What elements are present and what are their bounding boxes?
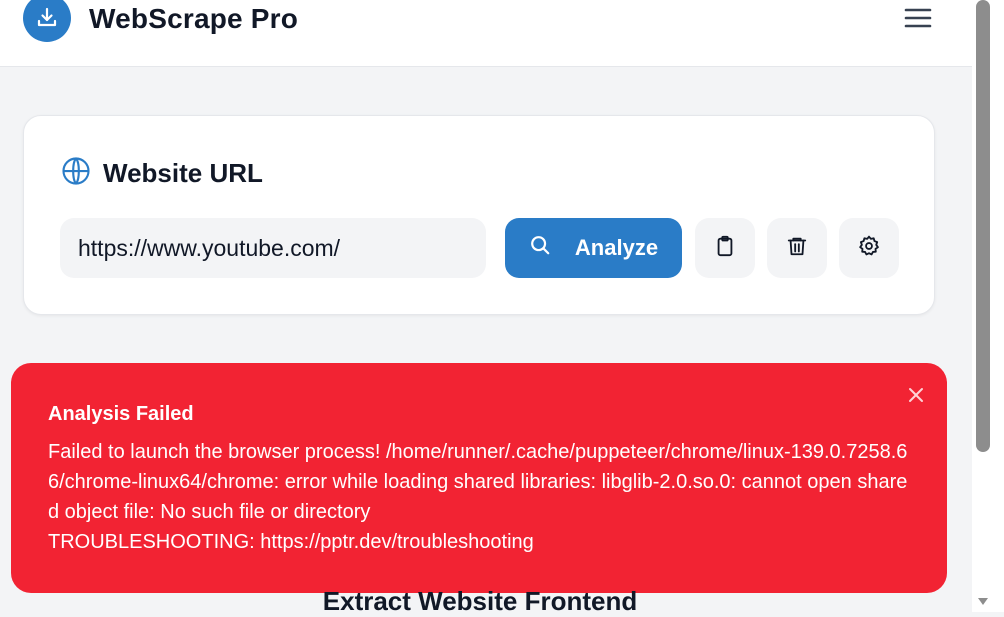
url-input[interactable] xyxy=(60,218,486,278)
hamburger-menu-icon[interactable] xyxy=(898,0,938,36)
card-header: Website URL xyxy=(61,156,263,191)
scrollbar-thumb[interactable] xyxy=(976,0,990,452)
search-icon xyxy=(529,234,551,262)
app-title: WebScrape Pro xyxy=(89,3,299,34)
download-icon xyxy=(23,0,71,42)
scroll-down-arrow-icon[interactable] xyxy=(976,596,990,608)
delete-button[interactable] xyxy=(767,218,827,278)
clipboard-icon xyxy=(714,234,736,263)
app-header: WebScrape Pro xyxy=(0,0,972,67)
alert-message: Failed to launch the browser process! /h… xyxy=(48,437,908,557)
gear-icon xyxy=(858,235,880,262)
close-icon[interactable] xyxy=(905,384,927,406)
error-alert: Analysis Failed Failed to launch the bro… xyxy=(11,363,947,593)
analyze-label: Analyze xyxy=(574,235,659,260)
url-card: Website URL Analyze xyxy=(23,115,935,315)
troubleshooting-text: TROUBLESHOOTING: https://pptr.dev/troubl… xyxy=(48,531,534,553)
error-details: Failed to launch the browser process! /h… xyxy=(48,441,908,523)
alert-title: Analysis Failed xyxy=(48,403,194,425)
card-title: Website URL xyxy=(103,158,263,188)
clipboard-button[interactable] xyxy=(695,218,755,278)
globe-icon xyxy=(61,156,91,191)
analyze-button[interactable]: Analyze xyxy=(505,218,682,278)
trash-icon xyxy=(786,234,808,263)
settings-button[interactable] xyxy=(839,218,899,278)
section-heading: Extract Website Frontend xyxy=(322,586,638,616)
